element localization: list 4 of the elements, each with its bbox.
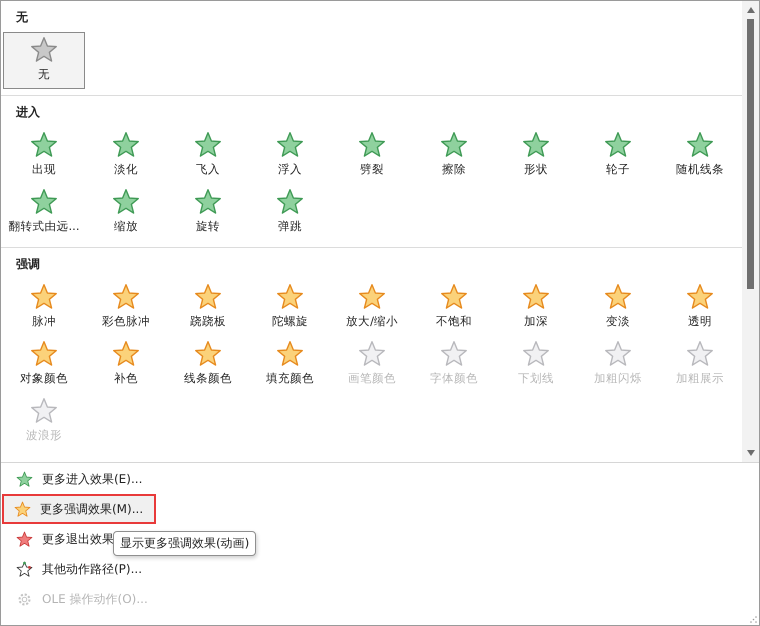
section-title: 进入 (16, 104, 40, 121)
section-title: 强调 (16, 256, 40, 273)
section-title: 无 (16, 9, 28, 26)
tooltip: 显示更多强调效果(动画) (113, 531, 256, 556)
